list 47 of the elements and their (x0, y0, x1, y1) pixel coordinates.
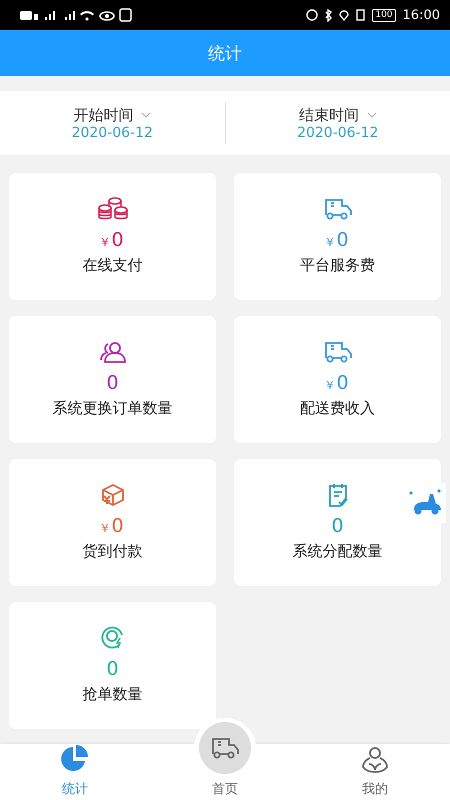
currency-symbol: ¥ (101, 236, 108, 249)
truck-icon (322, 340, 352, 364)
bluetooth-icon (325, 8, 332, 22)
stat-card[interactable]: 0 系统分配数量 (234, 459, 441, 586)
truck-icon (210, 736, 240, 760)
date-value: 2020-06-12 (297, 124, 378, 140)
location-icon (339, 9, 350, 21)
stat-value: 0 (106, 658, 119, 680)
stat-value: 0 (336, 372, 349, 394)
stat-card[interactable]: ¥0 货到付款 (9, 459, 216, 586)
stat-label: 平台服务费 (300, 256, 375, 275)
stat-label: 抢单数量 (82, 685, 142, 704)
stat-card[interactable]: ¥0 平台服务费 (234, 173, 441, 300)
battery-level: 100 (372, 8, 396, 22)
stat-value: 0 (106, 372, 119, 394)
stat-label: 货到付款 (82, 542, 142, 561)
target-bolt-icon (100, 625, 124, 651)
stat-card[interactable]: 0 系统更换订单数量 (9, 316, 216, 443)
stat-value: 0 (336, 229, 349, 251)
stat-card[interactable]: ¥0 配送费收入 (234, 316, 441, 443)
currency-symbol: ¥ (326, 236, 334, 249)
stat-label: 在线支付 (82, 256, 142, 275)
date-value: 2020-06-12 (72, 124, 153, 140)
chevron-down-icon (366, 112, 377, 118)
stat-value: 0 (111, 515, 124, 537)
stat-value: 0 (111, 229, 124, 251)
box-icon (100, 483, 126, 507)
nav-tab[interactable]: 我的 (300, 744, 450, 800)
date-picker[interactable]: 开始时间 (73, 106, 152, 124)
stat-value: 0 (331, 515, 344, 537)
chevron-down-icon (141, 112, 152, 118)
stat-card[interactable]: ¥0 在线支付 (9, 173, 216, 300)
clock-time: 16:00 (402, 8, 440, 22)
truck-icon (322, 197, 352, 221)
coins-icon (96, 196, 128, 222)
stat-label: 配送费收入 (300, 399, 375, 418)
user-icon[interactable] (361, 746, 389, 774)
users-icon (98, 341, 126, 363)
currency-symbol: ¥ (326, 379, 334, 392)
pie-chart-icon[interactable] (60, 744, 90, 774)
stat-label: 系统分配数量 (292, 542, 382, 561)
stat-card[interactable]: 0 抢单数量 (9, 602, 216, 729)
date-picker[interactable]: 结束时间 (298, 106, 377, 124)
currency-symbol: ¥ (101, 522, 108, 535)
nav-tab[interactable]: 统计 (0, 744, 150, 800)
page-title: 统计 (208, 42, 242, 64)
stat-label: 系统更换订单数量 (52, 399, 172, 418)
